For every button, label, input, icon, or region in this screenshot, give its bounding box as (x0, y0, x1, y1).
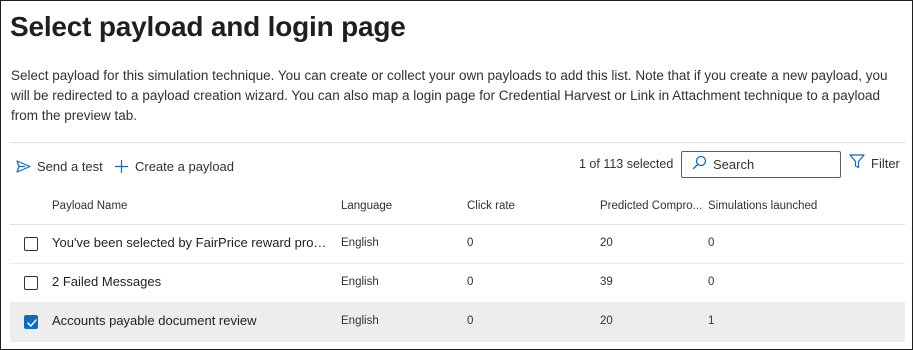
payload-name[interactable]: 2 Failed Messages (52, 274, 332, 289)
divider (10, 142, 905, 143)
payload-simulations-launched: 1 (708, 315, 715, 327)
table-row-selected[interactable]: Accounts payable document review English… (10, 303, 905, 342)
create-payload-button[interactable]: Create a payload (114, 156, 234, 176)
column-header-language[interactable]: Language (341, 200, 392, 212)
search-icon (682, 155, 713, 175)
payload-click-rate: 0 (467, 315, 474, 327)
row-checkbox-checked[interactable] (24, 315, 38, 329)
send-test-button[interactable]: Send a test (16, 156, 103, 176)
payload-simulations-launched: 0 (708, 276, 715, 288)
payload-click-rate: 0 (467, 276, 474, 288)
payload-predicted-compromise: 39 (600, 276, 613, 288)
selection-count: 1 of 113 selected (579, 157, 674, 171)
column-header-simulations-launched[interactable]: Simulations launched (708, 200, 817, 212)
column-header-predicted-compromise[interactable]: Predicted Compro... (600, 200, 702, 212)
payload-predicted-compromise: 20 (600, 315, 613, 327)
plus-icon (114, 159, 129, 174)
send-test-label: Send a test (37, 158, 103, 174)
filter-icon (849, 154, 865, 172)
filter-button[interactable]: Filter (849, 154, 900, 172)
filter-label: Filter (871, 155, 900, 171)
table-row[interactable]: You've been selected by FairPrice reward… (10, 225, 905, 264)
payload-language: English (341, 315, 379, 327)
payload-predicted-compromise: 20 (600, 237, 613, 249)
page-description: Select payload for this simulation techn… (11, 68, 888, 123)
search-box[interactable] (681, 151, 841, 178)
payload-language: English (341, 237, 379, 249)
row-checkbox[interactable] (24, 237, 38, 251)
payload-simulations-launched: 0 (708, 237, 715, 249)
send-icon (16, 159, 31, 173)
column-header-payload-name[interactable]: Payload Name (52, 200, 127, 212)
payload-name[interactable]: You've been selected by FairPrice reward… (52, 235, 332, 250)
payload-language: English (341, 276, 379, 288)
payload-click-rate: 0 (467, 237, 474, 249)
column-header-click-rate[interactable]: Click rate (467, 200, 515, 212)
table-row[interactable]: 2 Failed Messages English 0 39 0 (10, 264, 905, 303)
dialog-frame: Select payload and login page Select pay… (0, 0, 913, 350)
search-input[interactable] (713, 157, 833, 172)
row-checkbox[interactable] (24, 276, 38, 290)
create-payload-label: Create a payload (135, 158, 235, 174)
page-title: Select payload and login page (10, 11, 406, 42)
payload-name[interactable]: Accounts payable document review (52, 313, 332, 328)
